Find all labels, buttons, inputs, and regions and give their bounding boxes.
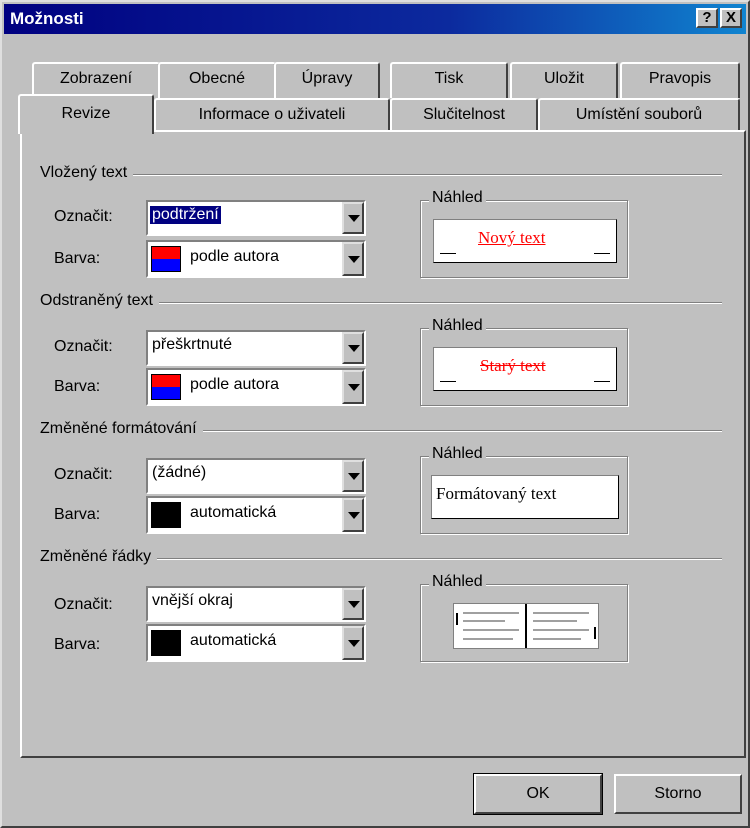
inserted-mark-value: podtržení [149, 205, 222, 225]
preview-label: Náhled [429, 189, 486, 207]
dropdown-arrow-icon[interactable] [342, 370, 364, 404]
inserted-color-select[interactable]: podle autora [146, 240, 366, 278]
dropdown-arrow-icon[interactable] [342, 626, 364, 660]
author-color-swatch [151, 246, 181, 272]
preview-text-deleted: Starý text [480, 356, 546, 375]
lines-color-select[interactable]: automatická [146, 624, 366, 662]
group-divider [42, 174, 722, 176]
group-title-deleted: Odstraněný text [40, 292, 159, 310]
formatting-color-select[interactable]: automatická [146, 496, 366, 534]
tab-slucitelnost[interactable]: Slučitelnost [390, 98, 538, 132]
inserted-mark-select[interactable]: podtržení [146, 200, 366, 236]
preview-label: Náhled [429, 573, 486, 591]
tab-revize[interactable]: Revize [18, 94, 154, 134]
close-button[interactable]: X [720, 8, 742, 28]
mark-label: Označit: [54, 466, 113, 483]
mark-label: Označit: [54, 596, 113, 613]
preview-label: Náhled [429, 445, 486, 463]
tab-zobrazeni[interactable]: Zobrazení [32, 62, 160, 98]
help-button[interactable]: ? [696, 8, 718, 28]
dropdown-arrow-icon[interactable] [342, 242, 364, 276]
color-label: Barva: [54, 378, 101, 395]
preview-frame-deleted: Náhled Starý text [420, 317, 628, 406]
author-color-swatch [151, 374, 181, 400]
dropdown-arrow-icon[interactable] [342, 498, 364, 532]
dropdown-arrow-icon[interactable] [342, 460, 364, 492]
revize-tab-panel: Vložený text Označit: podtržení Barva: p… [20, 130, 746, 758]
tab-pravopis[interactable]: Pravopis [620, 62, 740, 98]
deleted-mark-select[interactable]: přeškrtnuté [146, 330, 366, 366]
cancel-button[interactable]: Storno [614, 774, 742, 814]
formatting-mark-select[interactable]: (žádné) [146, 458, 366, 494]
color-label: Barva: [54, 506, 101, 523]
formatting-mark-value: (žádné) [152, 464, 207, 481]
dropdown-arrow-icon[interactable] [342, 202, 364, 234]
group-title-formatting: Změněné formátování [40, 420, 203, 438]
deleted-color-select[interactable]: podle autora [146, 368, 366, 406]
inserted-color-value: podle autora [190, 248, 279, 265]
preview-margin-mark [594, 253, 610, 254]
preview-box-deleted: Starý text [433, 347, 617, 391]
ok-button[interactable]: OK [474, 774, 602, 814]
preview-box-inserted: Nový text [433, 219, 617, 263]
tab-umisteni-souboru[interactable]: Umístění souborů [538, 98, 740, 132]
mark-label: Označit: [54, 208, 113, 225]
tab-ulozit[interactable]: Uložit [510, 62, 618, 98]
lines-mark-value: vnější okraj [152, 592, 233, 609]
preview-margin-mark [440, 381, 456, 382]
dropdown-arrow-icon[interactable] [342, 588, 364, 620]
preview-margin-mark [440, 253, 456, 254]
preview-frame-inserted: Náhled Nový text [420, 189, 628, 278]
color-label: Barva: [54, 636, 101, 653]
deleted-color-value: podle autora [190, 376, 279, 393]
tab-informace-o-uzivateli[interactable]: Informace o uživateli [154, 98, 390, 132]
mark-label: Označit: [54, 338, 113, 355]
preview-text-inserted: Nový text [478, 228, 546, 247]
preview-frame-formatting: Náhled Formátovaný text [420, 445, 628, 534]
tab-obecne[interactable]: Obecné [158, 62, 276, 98]
preview-margin-mark [594, 381, 610, 382]
formatting-color-value: automatická [190, 504, 277, 521]
black-color-swatch [151, 630, 181, 656]
preview-box-formatting: Formátovaný text [431, 475, 619, 519]
black-color-swatch [151, 502, 181, 528]
lines-mark-select[interactable]: vnější okraj [146, 586, 366, 622]
window-title: Možnosti [10, 9, 84, 28]
dropdown-arrow-icon[interactable] [342, 332, 364, 364]
group-title-inserted: Vložený text [40, 164, 134, 182]
tab-tisk[interactable]: Tisk [390, 62, 508, 98]
lines-color-value: automatická [190, 632, 277, 649]
deleted-mark-value: přeškrtnuté [152, 336, 233, 353]
options-dialog: Možnosti ? X Zobrazení Obecné Úpravy Tis… [0, 0, 750, 828]
preview-text-formatting: Formátovaný text [436, 484, 557, 503]
changed-lines-preview-icon [453, 603, 599, 649]
title-bar[interactable]: Možnosti ? X [4, 4, 746, 34]
preview-frame-lines: Náhled [420, 573, 628, 662]
color-label: Barva: [54, 250, 101, 267]
group-title-lines: Změněné řádky [40, 548, 158, 566]
preview-label: Náhled [429, 317, 486, 335]
tab-upravy[interactable]: Úpravy [274, 62, 380, 98]
